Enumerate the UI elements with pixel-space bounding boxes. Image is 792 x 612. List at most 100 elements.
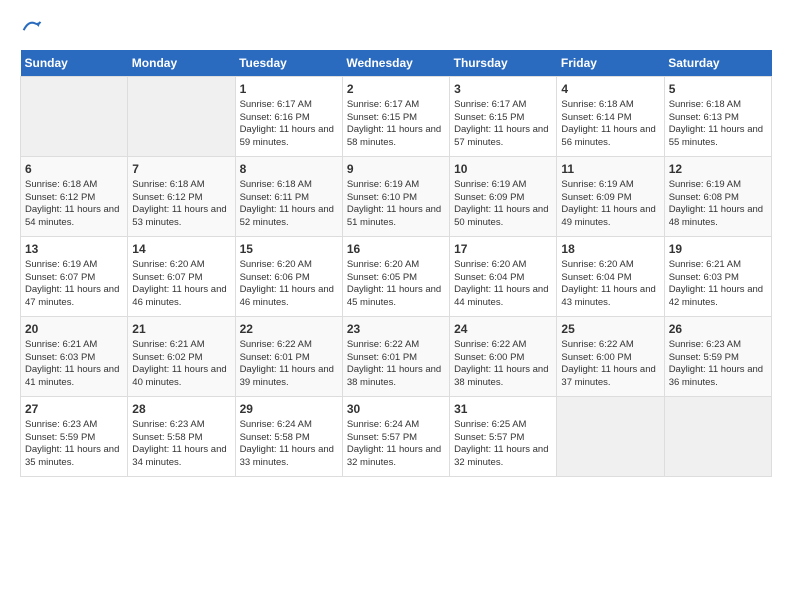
day-number: 1 — [240, 81, 338, 97]
calendar-cell: 12 Sunrise: 6:19 AM Sunset: 6:08 PM Dayli… — [664, 156, 771, 236]
column-header-thursday: Thursday — [450, 50, 557, 77]
day-info: Sunrise: 6:21 AM Sunset: 6:02 PM Dayligh… — [132, 339, 230, 390]
column-header-wednesday: Wednesday — [342, 50, 449, 77]
day-number: 7 — [132, 161, 230, 177]
day-number: 10 — [454, 161, 552, 177]
day-info: Sunrise: 6:20 AM Sunset: 6:04 PM Dayligh… — [454, 259, 552, 310]
calendar-cell: 18Sunrise: 6:20 AM Sunset: 6:04 PM Dayli… — [557, 236, 664, 316]
day-number: 22 — [240, 321, 338, 337]
calendar-cell: 17 Sunrise: 6:20 AM Sunset: 6:04 PM Dayli… — [450, 236, 557, 316]
day-info: Sunrise: 6:18 AM Sunset: 6:11 PM Dayligh… — [240, 179, 338, 230]
day-number: 15 — [240, 241, 338, 257]
calendar-cell: 5Sunrise: 6:18 AM Sunset: 6:13 PM Daylig… — [664, 76, 771, 156]
day-info: Sunrise: 6:21 AM Sunset: 6:03 PM Dayligh… — [669, 259, 767, 310]
day-number: 30 — [347, 401, 445, 417]
calendar-cell: 13Sunrise: 6:19 AM Sunset: 6:07 PM Dayli… — [21, 236, 128, 316]
calendar-cell: 3 Sunrise: 6:17 AM Sunset: 6:15 PM Daylig… — [450, 76, 557, 156]
calendar-cell: 27Sunrise: 6:23 AM Sunset: 5:59 PM Dayli… — [21, 396, 128, 476]
logo-icon — [22, 16, 42, 36]
day-info: Sunrise: 6:18 AM Sunset: 6:13 PM Dayligh… — [669, 99, 767, 150]
day-number: 24 — [454, 321, 552, 337]
calendar-cell: 26Sunrise: 6:23 AM Sunset: 5:59 PM Dayli… — [664, 316, 771, 396]
day-number: 17 — [454, 241, 552, 257]
day-info: Sunrise: 6:19 AM Sunset: 6:09 PM Dayligh… — [454, 179, 552, 230]
day-info: Sunrise: 6:19 AM Sunset: 6:08 PM Dayligh… — [669, 179, 767, 230]
column-header-saturday: Saturday — [664, 50, 771, 77]
day-number: 28 — [132, 401, 230, 417]
calendar-cell — [128, 76, 235, 156]
day-info: Sunrise: 6:20 AM Sunset: 6:06 PM Dayligh… — [240, 259, 338, 310]
calendar-week-3: 13Sunrise: 6:19 AM Sunset: 6:07 PM Dayli… — [21, 236, 772, 316]
calendar-cell: 23 Sunrise: 6:22 AM Sunset: 6:01 PM Dayli… — [342, 316, 449, 396]
calendar-week-2: 6 Sunrise: 6:18 AM Sunset: 6:12 PM Daylig… — [21, 156, 772, 236]
column-header-tuesday: Tuesday — [235, 50, 342, 77]
calendar-cell: 9 Sunrise: 6:19 AM Sunset: 6:10 PM Daylig… — [342, 156, 449, 236]
calendar-cell: 19 Sunrise: 6:21 AM Sunset: 6:03 PM Dayli… — [664, 236, 771, 316]
calendar-body: 1 Sunrise: 6:17 AM Sunset: 6:16 PM Daylig… — [21, 76, 772, 476]
day-number: 29 — [240, 401, 338, 417]
day-info: Sunrise: 6:18 AM Sunset: 6:14 PM Dayligh… — [561, 99, 659, 150]
day-number: 11 — [561, 161, 659, 177]
day-info: Sunrise: 6:22 AM Sunset: 6:01 PM Dayligh… — [240, 339, 338, 390]
calendar-header: SundayMondayTuesdayWednesdayThursdayFrid… — [21, 50, 772, 77]
calendar-cell: 21 Sunrise: 6:21 AM Sunset: 6:02 PM Dayli… — [128, 316, 235, 396]
day-number: 19 — [669, 241, 767, 257]
day-number: 20 — [25, 321, 123, 337]
day-info: Sunrise: 6:22 AM Sunset: 6:00 PM Dayligh… — [561, 339, 659, 390]
calendar-cell: 30 Sunrise: 6:24 AM Sunset: 5:57 PM Dayli… — [342, 396, 449, 476]
day-info: Sunrise: 6:18 AM Sunset: 6:12 PM Dayligh… — [25, 179, 123, 230]
day-number: 25 — [561, 321, 659, 337]
day-info: Sunrise: 6:18 AM Sunset: 6:12 PM Dayligh… — [132, 179, 230, 230]
calendar-cell: 28 Sunrise: 6:23 AM Sunset: 5:58 PM Dayli… — [128, 396, 235, 476]
day-info: Sunrise: 6:21 AM Sunset: 6:03 PM Dayligh… — [25, 339, 123, 390]
calendar-cell — [21, 76, 128, 156]
day-info: Sunrise: 6:22 AM Sunset: 6:01 PM Dayligh… — [347, 339, 445, 390]
day-number: 12 — [669, 161, 767, 177]
day-info: Sunrise: 6:22 AM Sunset: 6:00 PM Dayligh… — [454, 339, 552, 390]
day-info: Sunrise: 6:24 AM Sunset: 5:58 PM Dayligh… — [240, 419, 338, 470]
day-number: 21 — [132, 321, 230, 337]
day-number: 31 — [454, 401, 552, 417]
calendar-cell: 16Sunrise: 6:20 AM Sunset: 6:05 PM Dayli… — [342, 236, 449, 316]
day-number: 23 — [347, 321, 445, 337]
calendar-cell: 22 Sunrise: 6:22 AM Sunset: 6:01 PM Dayli… — [235, 316, 342, 396]
day-info: Sunrise: 6:19 AM Sunset: 6:09 PM Dayligh… — [561, 179, 659, 230]
logo-text — [20, 16, 42, 42]
day-info: Sunrise: 6:24 AM Sunset: 5:57 PM Dayligh… — [347, 419, 445, 470]
calendar-cell: 15 Sunrise: 6:20 AM Sunset: 6:06 PM Dayli… — [235, 236, 342, 316]
day-number: 4 — [561, 81, 659, 97]
calendar-cell: 7 Sunrise: 6:18 AM Sunset: 6:12 PM Daylig… — [128, 156, 235, 236]
calendar-cell: 1 Sunrise: 6:17 AM Sunset: 6:16 PM Daylig… — [235, 76, 342, 156]
column-header-friday: Friday — [557, 50, 664, 77]
calendar-cell: 29 Sunrise: 6:24 AM Sunset: 5:58 PM Dayli… — [235, 396, 342, 476]
calendar-cell: 8 Sunrise: 6:18 AM Sunset: 6:11 PM Daylig… — [235, 156, 342, 236]
day-number: 13 — [25, 241, 123, 257]
day-number: 9 — [347, 161, 445, 177]
calendar-cell: 24 Sunrise: 6:22 AM Sunset: 6:00 PM Dayli… — [450, 316, 557, 396]
calendar-cell: 25 Sunrise: 6:22 AM Sunset: 6:00 PM Dayli… — [557, 316, 664, 396]
calendar-cell: 20 Sunrise: 6:21 AM Sunset: 6:03 PM Dayli… — [21, 316, 128, 396]
column-header-monday: Monday — [128, 50, 235, 77]
calendar-cell: 10 Sunrise: 6:19 AM Sunset: 6:09 PM Dayli… — [450, 156, 557, 236]
calendar-cell: 31 Sunrise: 6:25 AM Sunset: 5:57 PM Dayli… — [450, 396, 557, 476]
day-info: Sunrise: 6:20 AM Sunset: 6:07 PM Dayligh… — [132, 259, 230, 310]
calendar-cell: 14 Sunrise: 6:20 AM Sunset: 6:07 PM Dayli… — [128, 236, 235, 316]
day-info: Sunrise: 6:23 AM Sunset: 5:58 PM Dayligh… — [132, 419, 230, 470]
calendar-week-1: 1 Sunrise: 6:17 AM Sunset: 6:16 PM Daylig… — [21, 76, 772, 156]
day-number: 27 — [25, 401, 123, 417]
day-number: 18 — [561, 241, 659, 257]
day-info: Sunrise: 6:17 AM Sunset: 6:15 PM Dayligh… — [454, 99, 552, 150]
day-info: Sunrise: 6:19 AM Sunset: 6:10 PM Dayligh… — [347, 179, 445, 230]
day-info: Sunrise: 6:17 AM Sunset: 6:16 PM Dayligh… — [240, 99, 338, 150]
day-number: 8 — [240, 161, 338, 177]
calendar-cell: 11 Sunrise: 6:19 AM Sunset: 6:09 PM Dayli… — [557, 156, 664, 236]
calendar-cell — [664, 396, 771, 476]
day-number: 6 — [25, 161, 123, 177]
day-number: 3 — [454, 81, 552, 97]
day-number: 26 — [669, 321, 767, 337]
day-info: Sunrise: 6:25 AM Sunset: 5:57 PM Dayligh… — [454, 419, 552, 470]
logo — [20, 16, 42, 40]
day-number: 14 — [132, 241, 230, 257]
column-header-sunday: Sunday — [21, 50, 128, 77]
day-info: Sunrise: 6:17 AM Sunset: 6:15 PM Dayligh… — [347, 99, 445, 150]
